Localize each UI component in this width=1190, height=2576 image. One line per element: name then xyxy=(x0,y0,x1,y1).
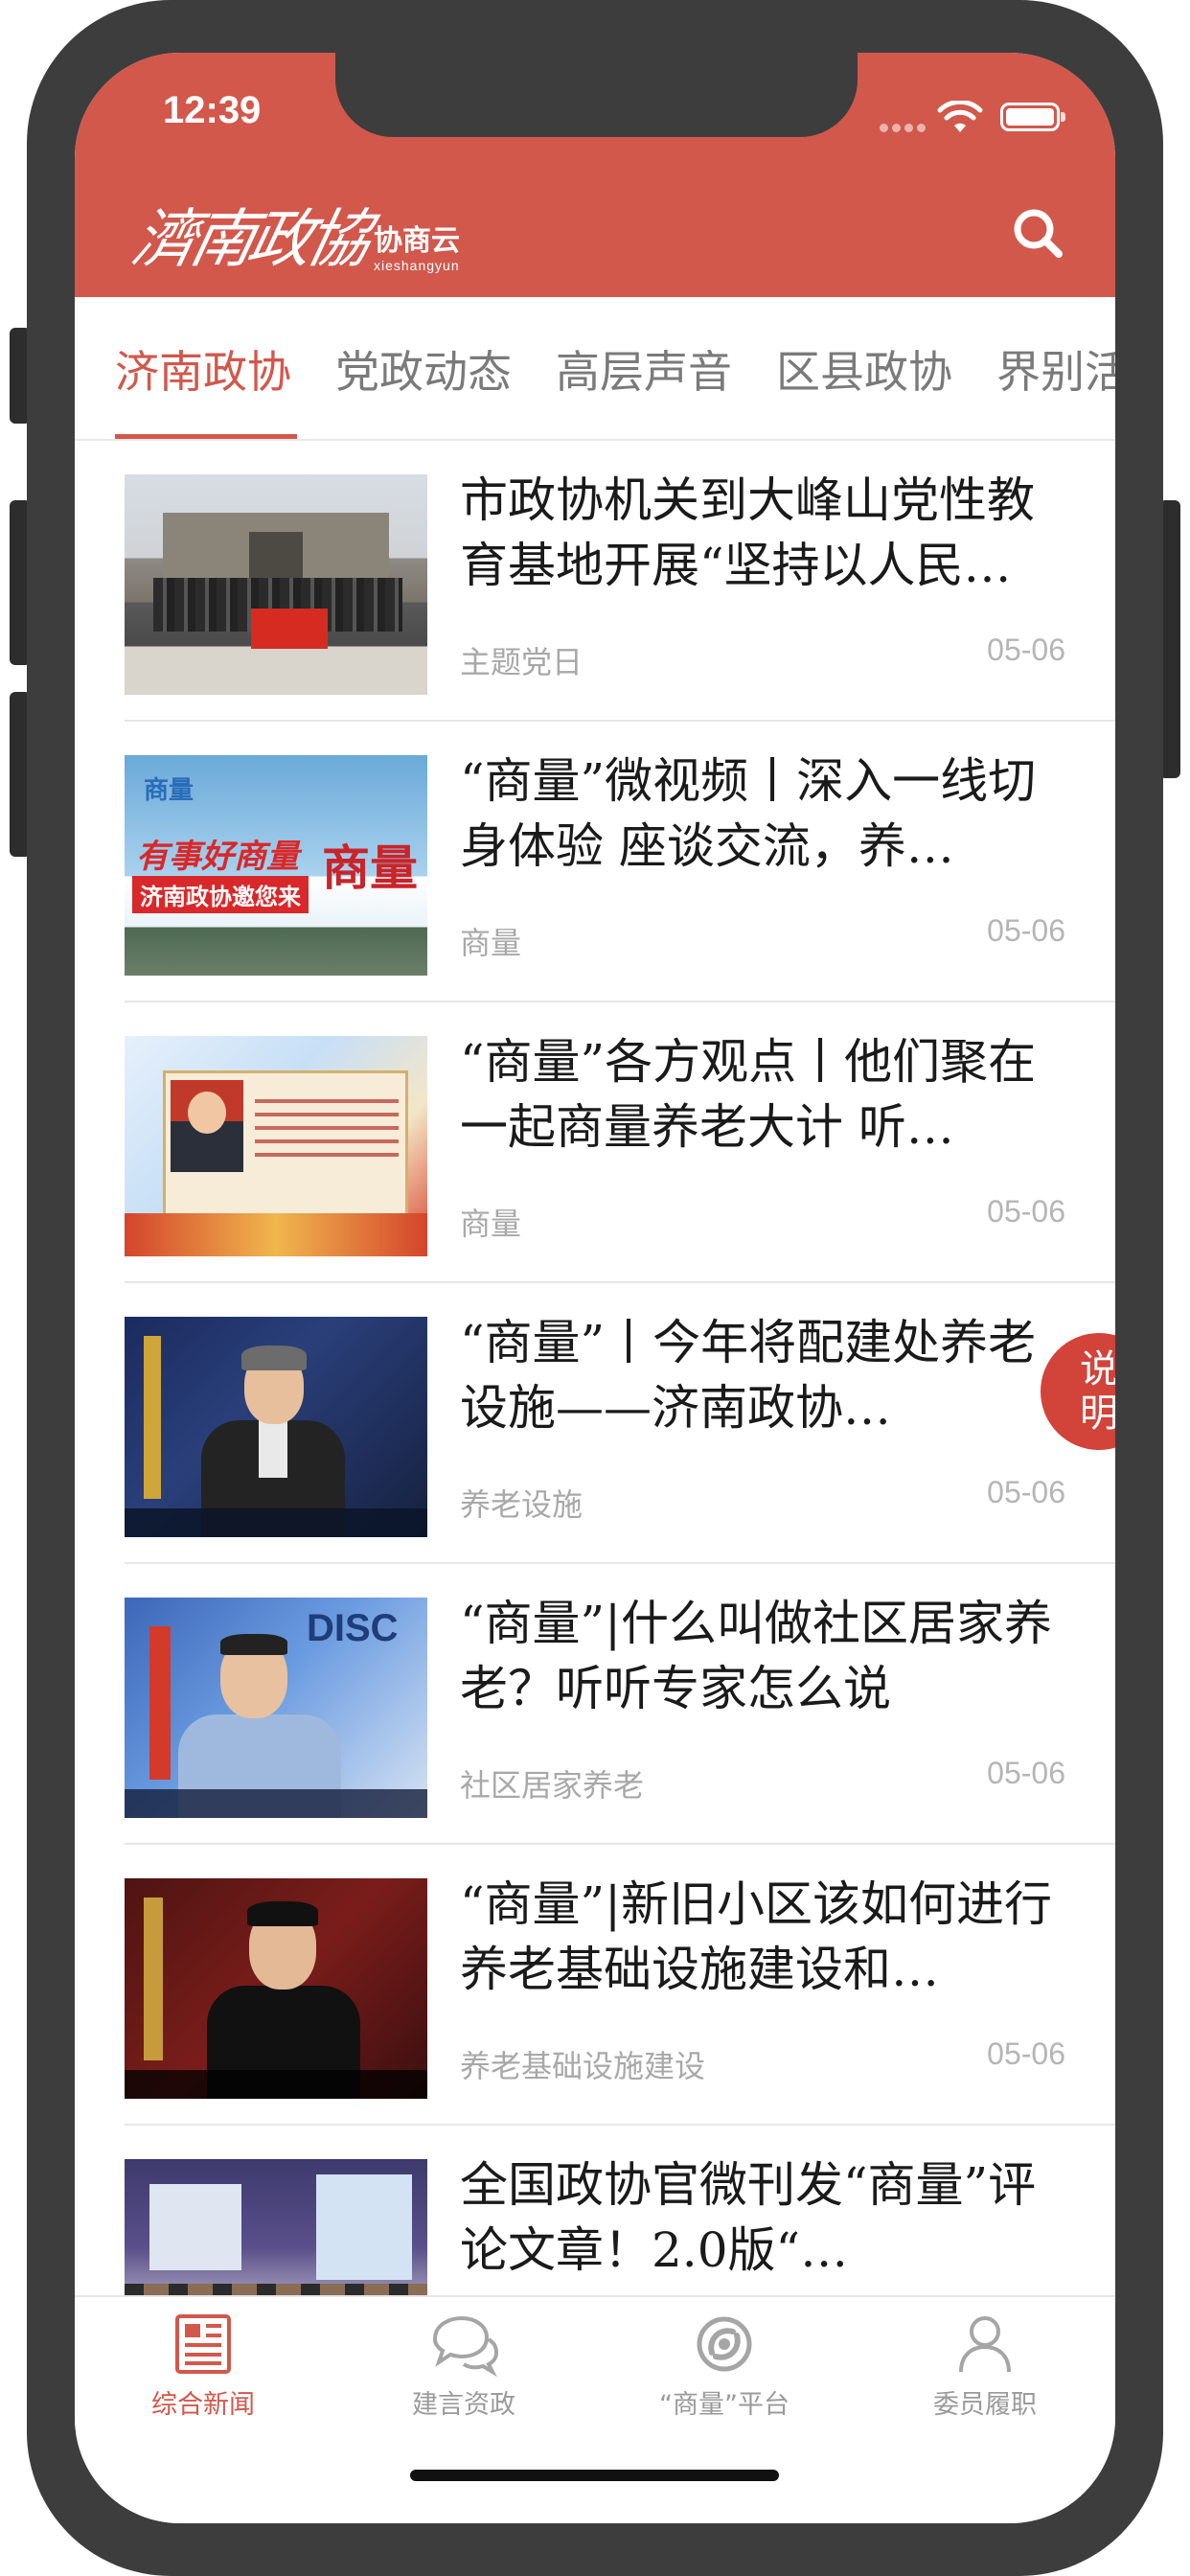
tab-leadership-voice[interactable]: 高层声音 xyxy=(556,345,732,399)
article-tag: 社区居家养老 xyxy=(460,1767,645,1804)
list-item[interactable]: 商量 有事好商量 济南政协邀您来 商量 “商量”微视频丨深入一线切身体验 座谈交… xyxy=(125,722,1115,1002)
thumb-brand-text: 商量 xyxy=(144,776,195,805)
app-logo: 濟南政協 协商云 xieshangyun xyxy=(126,196,460,276)
signal-dots-icon xyxy=(880,124,927,133)
article-title: 全国政协官微刊发“商量”评论文章！2.0版“… xyxy=(460,2157,1037,2278)
article-tag: 商量 xyxy=(460,1206,522,1242)
article-date: 05-06 xyxy=(987,2036,1065,2071)
thumb-disc-text: DISC xyxy=(307,1607,399,1649)
tab-sector-activities[interactable]: 界别活 xyxy=(996,345,1115,399)
home-indicator xyxy=(410,2470,779,2481)
tab-district-cppcc[interactable]: 区县政协 xyxy=(776,345,952,399)
list-item[interactable]: DISC “商量”|什么叫做社区居家养老？听听专家怎么说 社区居家养老 05-0… xyxy=(125,1564,1115,1845)
article-tag: 养老基础设施建设 xyxy=(460,2048,706,2084)
article-thumbnail: DISC xyxy=(125,1598,427,1818)
article-date: 05-06 xyxy=(987,1756,1065,1790)
article-thumbnail xyxy=(125,474,427,695)
nav-label: “商量”平台 xyxy=(659,2390,790,2420)
list-item[interactable]: 市政协机关到大峰山党性教育基地开展“坚持以人民… 主题党日 05-06 xyxy=(125,441,1115,722)
status-time: 12:39 xyxy=(163,89,262,131)
article-thumbnail: 商量 有事好商量 济南政协邀您来 商量 xyxy=(125,755,427,976)
article-title: “商量”|什么叫做社区居家养老？听听专家怎么说 xyxy=(460,1596,1052,1716)
list-item[interactable]: “商量”各方观点丨他们聚在一起商量养老大计 听… 商量 05-06 xyxy=(125,1002,1115,1283)
list-item[interactable]: “商量”|新旧小区该如何进行养老基础设施建设和… 养老基础设施建设 05-06 xyxy=(125,1845,1115,2126)
nav-label: 建言资政 xyxy=(412,2390,515,2420)
notch xyxy=(335,53,858,137)
article-date: 05-06 xyxy=(987,632,1065,667)
search-icon xyxy=(1014,209,1063,258)
wifi-icon xyxy=(937,101,983,132)
article-title: “商量”丨今年将配建处养老设施——济南政协… xyxy=(460,1315,1037,1436)
active-tab-indicator xyxy=(115,434,297,439)
article-title: “商量”|新旧小区该如何进行养老基础设施建设和… xyxy=(460,1876,1052,1997)
tab-party-news[interactable]: 党政动态 xyxy=(335,345,512,399)
bottom-tab-bar: 综合新闻 建言资政 “商量”平台 委员履职 xyxy=(75,2295,1115,2523)
logo-cn: 协商云 xyxy=(374,224,460,258)
phone-screen: 12:39 濟南政協 协商云 xieshangyun 济南政协 党政动态 高层声… xyxy=(75,53,1115,2523)
app-header: 12:39 濟南政協 协商云 xieshangyun xyxy=(75,53,1115,297)
article-thumbnail xyxy=(125,1317,427,1537)
nav-shangliang-platform[interactable]: “商量”平台 xyxy=(629,2311,820,2426)
article-title: 市政协机关到大峰山党性教育基地开展“坚持以人民… xyxy=(460,472,1035,593)
article-thumbnail xyxy=(125,1036,427,1256)
article-list[interactable]: 市政协机关到大峰山党性教育基地开展“坚持以人民… 主题党日 05-06 商量 有… xyxy=(75,441,1115,2295)
article-title: “商量”微视频丨深入一线切身体验 座谈交流，养… xyxy=(460,753,1037,874)
tab-jinan-cppcc[interactable]: 济南政协 xyxy=(115,345,291,399)
article-thumbnail xyxy=(125,1878,427,2099)
article-tag: 养老设施 xyxy=(460,1486,584,1523)
thumb-big-text: 商量 xyxy=(322,840,418,896)
article-tag: 主题党日 xyxy=(460,644,584,680)
article-date: 05-06 xyxy=(987,1194,1065,1229)
logo-script-text: 濟南政協 xyxy=(126,202,373,276)
nav-advice[interactable]: 建言资政 xyxy=(368,2311,560,2426)
nav-member-duties[interactable]: 委员履职 xyxy=(889,2311,1081,2426)
swirl-logo-icon xyxy=(697,2316,752,2372)
person-icon xyxy=(959,2316,1011,2373)
battery-icon xyxy=(1000,103,1065,131)
list-item[interactable]: 全国政协官微刊发“商量”评论文章！2.0版“… xyxy=(125,2126,1115,2295)
list-item[interactable]: “商量”丨今年将配建处养老设施——济南政协… 养老设施 05-06 xyxy=(125,1283,1115,1564)
nav-label: 委员履职 xyxy=(933,2390,1037,2420)
nav-label: 综合新闻 xyxy=(151,2390,255,2420)
logo-subtitle: 协商云 xieshangyun xyxy=(374,224,460,274)
article-date: 05-06 xyxy=(987,1475,1065,1509)
article-date: 05-06 xyxy=(987,913,1065,948)
article-title: “商量”各方观点丨他们聚在一起商量养老大计 听… xyxy=(460,1034,1037,1155)
nav-general-news[interactable]: 综合新闻 xyxy=(107,2311,299,2426)
thumb-invite: 济南政协邀您来 xyxy=(132,876,309,913)
category-tabs: 济南政协 党政动态 高层声音 区县政协 界别活 xyxy=(75,297,1115,441)
newspaper-icon xyxy=(175,2314,231,2374)
thumb-slogan: 有事好商量 xyxy=(136,838,299,876)
search-button[interactable] xyxy=(1009,204,1066,262)
article-thumbnail xyxy=(125,2159,427,2295)
chat-bubbles-icon xyxy=(432,2315,499,2378)
article-tag: 商量 xyxy=(460,925,522,961)
logo-en: xieshangyun xyxy=(374,258,460,273)
badge-label: 说明 xyxy=(1080,1347,1115,1436)
